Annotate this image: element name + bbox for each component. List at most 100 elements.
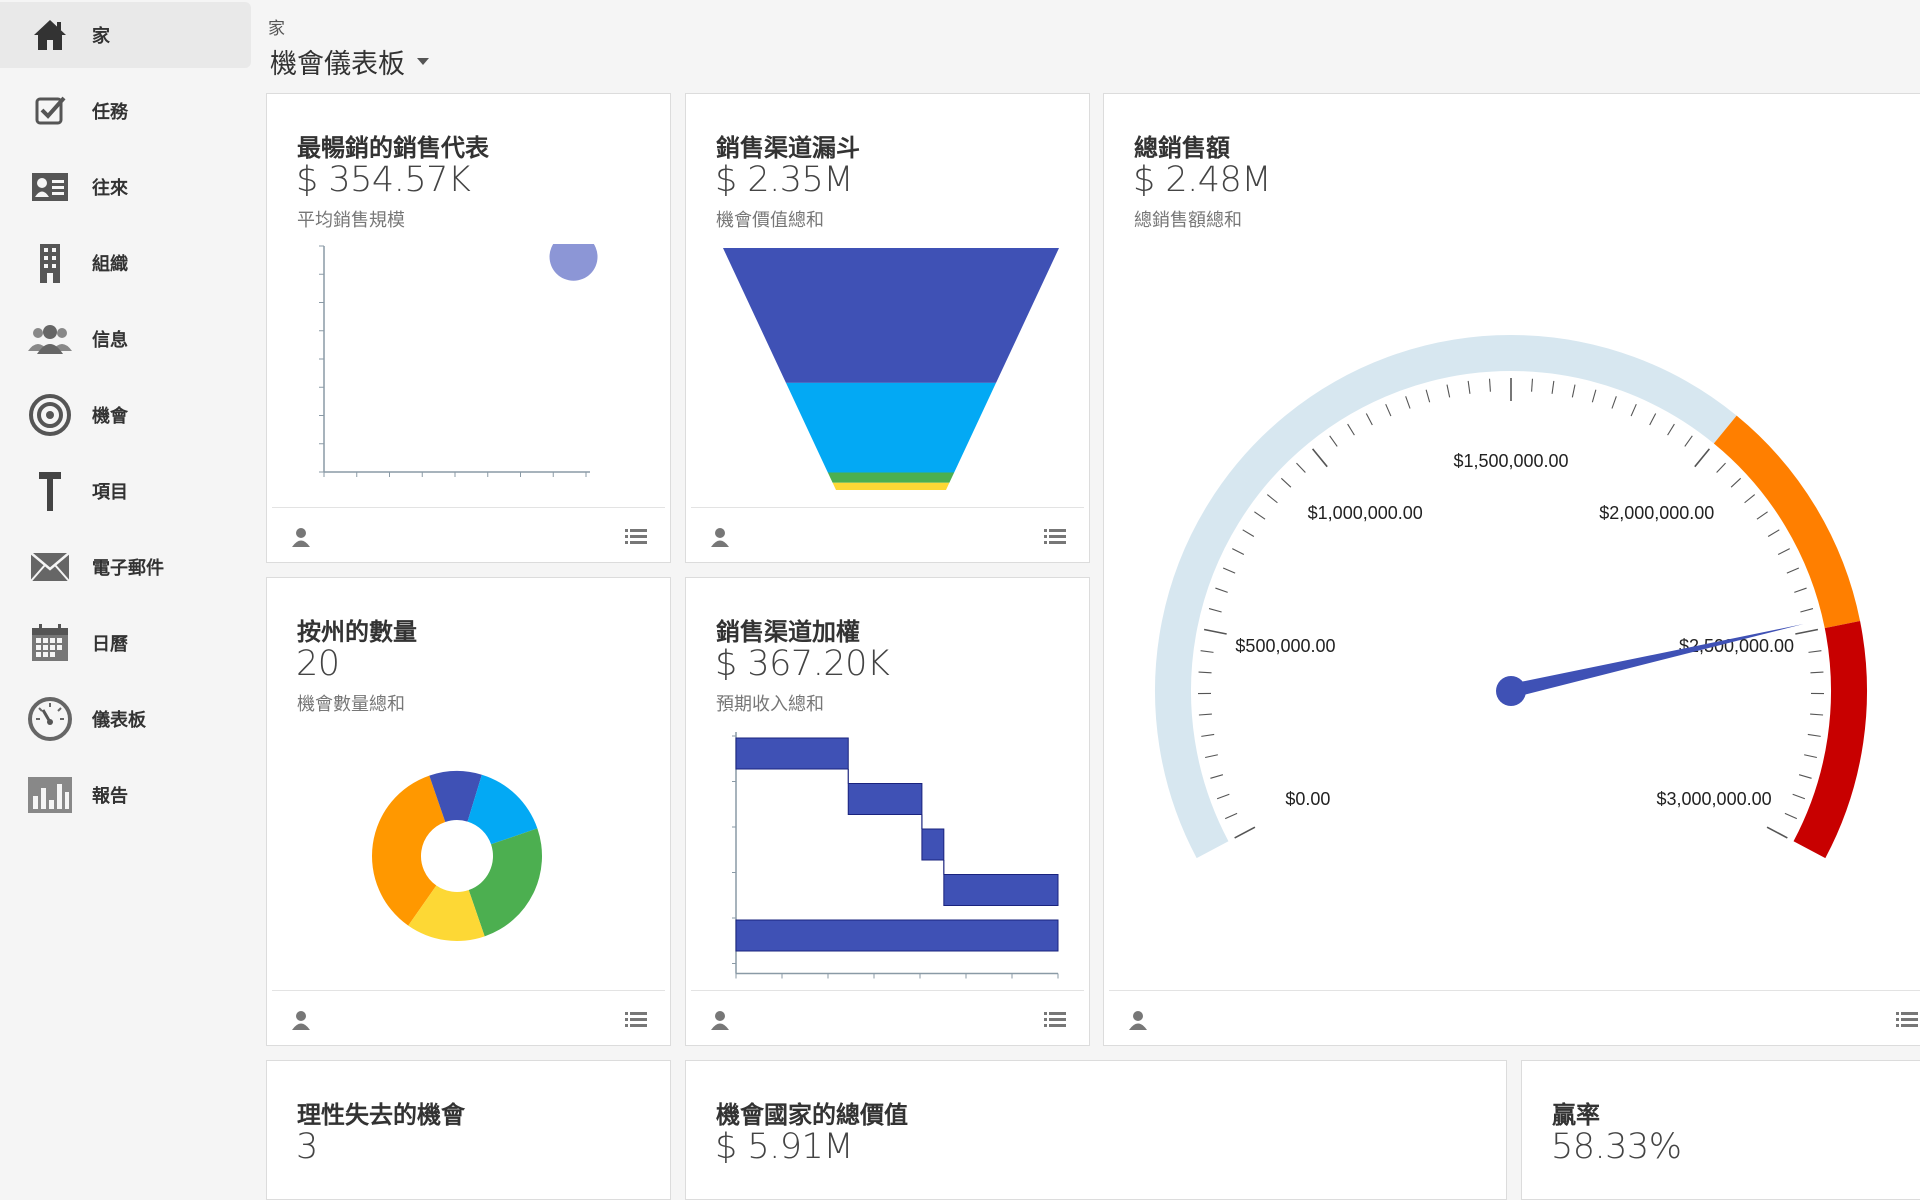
gauge-tick xyxy=(1794,588,1806,592)
nav-label: 家 xyxy=(92,22,110,48)
list-icon[interactable] xyxy=(1896,1011,1918,1029)
gauge-tick xyxy=(1225,813,1237,818)
hammer-icon xyxy=(25,466,75,516)
gauge-tick xyxy=(1804,755,1817,758)
funnel-stage xyxy=(723,248,1059,383)
waterfall-chart xyxy=(732,730,1062,980)
scatter-chart xyxy=(307,244,637,484)
gauge-tick xyxy=(1330,436,1338,447)
gauge-tick xyxy=(1204,629,1227,634)
nav-item-opportunities[interactable]: 機會 xyxy=(0,382,251,448)
user-icon[interactable] xyxy=(290,526,312,548)
card-value: $ 354.57K xyxy=(296,160,470,200)
nav-item-calendar[interactable]: 日曆 xyxy=(0,610,251,676)
nav-label: 組織 xyxy=(92,250,128,276)
card-subtitle: 機會價值總和 xyxy=(716,206,824,232)
user-icon[interactable] xyxy=(709,526,731,548)
dashboard-icon xyxy=(25,694,75,744)
breadcrumb[interactable]: 家 xyxy=(268,14,285,39)
nav-item-tasks[interactable]: 任務 xyxy=(0,78,251,144)
funnel-stage xyxy=(828,472,954,482)
card-title: 按州的數量 xyxy=(297,612,417,647)
people-icon xyxy=(25,314,75,364)
gauge-tick xyxy=(1426,390,1430,403)
user-icon[interactable] xyxy=(1127,1009,1149,1031)
gauge-pivot xyxy=(1496,676,1526,706)
card-title: 最暢銷的銷售代表 xyxy=(297,128,489,163)
gauge-tick-label: $500,000.00 xyxy=(1235,636,1335,656)
card-title: 機會國家的總價值 xyxy=(716,1095,908,1130)
page-title[interactable]: 機會儀表板 xyxy=(270,42,429,81)
nav-label: 信息 xyxy=(92,326,128,352)
gauge-tick xyxy=(1199,714,1212,715)
nav-item-contacts[interactable]: 往來 xyxy=(0,154,251,220)
gauge-tick xyxy=(1810,672,1823,673)
waterfall-bar xyxy=(736,738,848,769)
sidebar: 家 任務 往來 組織 信息 機會 項目 xyxy=(0,0,251,1175)
nav-label: 電子郵件 xyxy=(92,554,164,580)
card-value: $ 367.20K xyxy=(715,644,889,684)
gauge-tick xyxy=(1768,530,1779,537)
donut-chart xyxy=(369,768,545,944)
card-total-sales: 總銷售額 $ 2.48M 總銷售額總和 $0.00$500,000.00$1,0… xyxy=(1103,93,1920,1046)
gauge-tick xyxy=(1243,530,1254,537)
gauge-tick xyxy=(1215,588,1227,592)
user-icon[interactable] xyxy=(709,1009,731,1031)
caret-down-icon[interactable] xyxy=(417,58,429,65)
gauge-tick xyxy=(1447,385,1450,398)
gauge-tick xyxy=(1366,413,1372,425)
card-footer xyxy=(272,507,665,562)
list-icon[interactable] xyxy=(1044,528,1066,546)
waterfall-bar xyxy=(736,920,1058,951)
card-value: $ 2.35M xyxy=(715,160,853,200)
target-icon xyxy=(25,390,75,440)
nav-item-reports[interactable]: 報告 xyxy=(0,762,251,828)
nav-item-dashboards[interactable]: 儀表板 xyxy=(0,686,251,752)
nav-label: 任務 xyxy=(92,98,128,124)
gauge-tick xyxy=(1532,379,1533,392)
building-icon xyxy=(25,238,75,288)
list-icon[interactable] xyxy=(625,528,647,546)
gauge-tick xyxy=(1778,549,1790,555)
card-title: 銷售渠道漏斗 xyxy=(716,128,860,163)
nav-item-home[interactable]: 家 xyxy=(0,2,251,68)
gauge-tick-label: $1,000,000.00 xyxy=(1308,503,1423,523)
gauge-tick xyxy=(1490,379,1491,392)
gauge-tick xyxy=(1612,396,1616,408)
nav-item-messages[interactable]: 信息 xyxy=(0,306,251,372)
gauge-chart: $0.00$500,000.00$1,000,000.00$1,500,000.… xyxy=(1104,94,1920,994)
contact-card-icon xyxy=(25,162,75,212)
gauge-needle xyxy=(1509,624,1803,698)
gauge-tick xyxy=(1809,651,1822,653)
list-icon[interactable] xyxy=(625,1011,647,1029)
nav-item-organizations[interactable]: 組織 xyxy=(0,230,251,296)
card-subtitle: 平均銷售規模 xyxy=(297,206,405,232)
list-icon[interactable] xyxy=(1044,1011,1066,1029)
gauge-tick xyxy=(1217,794,1229,798)
gauge-tick xyxy=(1210,775,1222,779)
dashboard-title: 機會儀表板 xyxy=(270,42,405,81)
gauge-tick xyxy=(1406,396,1410,408)
nav-label: 報告 xyxy=(92,782,128,808)
gauge-tick xyxy=(1787,568,1799,573)
gauge-tick xyxy=(1313,449,1328,467)
waterfall-bar xyxy=(944,875,1058,906)
gauge-band xyxy=(1809,625,1849,850)
card-top-sales-rep: 最暢銷的銷售代表 $ 354.57K 平均銷售規模 xyxy=(266,93,671,563)
gauge-tick xyxy=(1468,381,1470,394)
scatter-point xyxy=(550,244,598,281)
nav-label: 機會 xyxy=(92,402,128,428)
gauge-tick xyxy=(1386,404,1391,416)
gauge-tick xyxy=(1296,463,1305,472)
donut-slice xyxy=(469,828,542,936)
calendar-icon xyxy=(25,618,75,668)
card-footer xyxy=(1109,990,1920,1045)
card-count-by-state: 按州的數量 20 機會數量總和 xyxy=(266,577,671,1046)
gauge-tick xyxy=(1572,385,1575,398)
gauge-tick xyxy=(1205,755,1218,758)
nav-item-email[interactable]: 電子郵件 xyxy=(0,534,251,600)
nav-item-projects[interactable]: 項目 xyxy=(0,458,251,524)
gauge-tick xyxy=(1800,609,1813,612)
user-icon[interactable] xyxy=(290,1009,312,1031)
nav-label: 日曆 xyxy=(92,630,128,656)
